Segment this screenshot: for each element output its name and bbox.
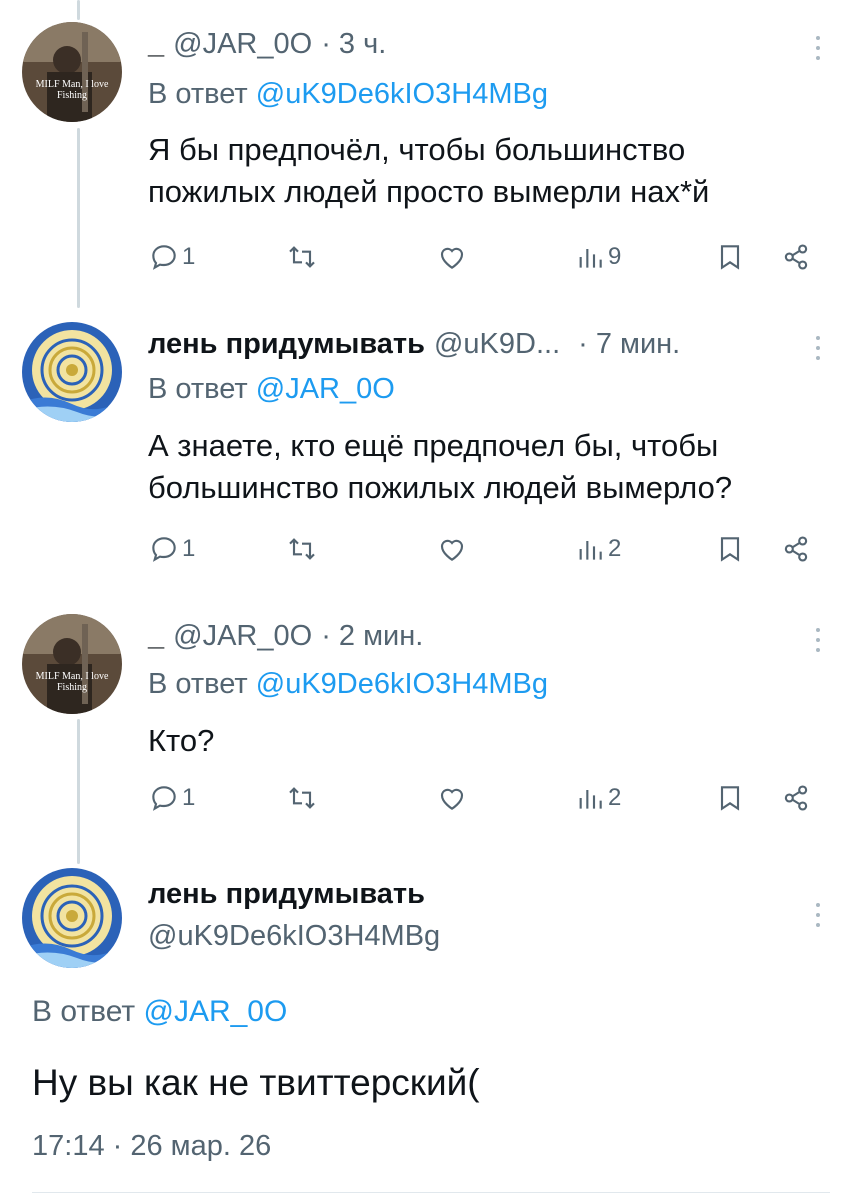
bookmark-icon <box>720 537 740 562</box>
reply-to-line: В ответ @JAR_0O <box>148 373 395 406</box>
views-button[interactable]: 2 <box>574 533 621 565</box>
share-button[interactable] <box>780 782 812 814</box>
retweet-icon <box>289 787 315 809</box>
bookmark-button[interactable] <box>714 241 746 273</box>
like-button[interactable] <box>436 241 468 273</box>
reply-to-line: В ответ @uK9De6kIO3H4MBg <box>148 78 548 111</box>
avatar[interactable]: MILF Man, I love Fishing <box>22 614 122 714</box>
share-button[interactable] <box>780 241 812 273</box>
views-icon <box>579 541 602 560</box>
more-vertical-icon[interactable] <box>814 30 822 66</box>
like-icon <box>440 539 464 561</box>
reply-button[interactable]: 1 <box>148 782 195 814</box>
tweet-text: Я бы предпочёл, чтобы большинство пожилы… <box>148 132 710 209</box>
reply-to-mention[interactable]: @JAR_0O <box>143 995 287 1028</box>
more-vertical-icon[interactable] <box>814 622 822 658</box>
views-button[interactable]: 2 <box>574 782 621 814</box>
avatar[interactable] <box>22 868 122 968</box>
retweet-icon <box>289 246 315 268</box>
handle[interactable]: @JAR_0O <box>173 28 312 61</box>
views-button[interactable]: 9 <box>574 241 621 273</box>
thread-line <box>77 0 80 20</box>
share-icon <box>784 785 808 811</box>
tweet-timestamp[interactable]: 17:14 · 26 мар. 26 <box>32 1130 271 1163</box>
avatar-caption: MILF Man, I love Fishing <box>35 79 109 101</box>
like-button[interactable] <box>436 533 468 565</box>
share-button[interactable] <box>780 533 812 565</box>
views-count: 2 <box>608 784 622 811</box>
action-bar: 1 2 <box>148 782 822 822</box>
more-vertical-icon[interactable] <box>814 330 822 366</box>
reply-count: 1 <box>182 535 196 562</box>
display-name[interactable]: _ <box>148 28 164 61</box>
views-count: 2 <box>608 535 622 562</box>
more-vertical-icon[interactable] <box>814 897 822 933</box>
share-icon <box>784 244 808 270</box>
display-name[interactable]: _ <box>148 620 164 653</box>
like-icon <box>440 247 464 269</box>
thread-line <box>77 719 80 864</box>
bookmark-button[interactable] <box>714 533 746 565</box>
reply-icon <box>152 786 176 811</box>
reply-to-mention[interactable]: @uK9De6kIO3H4MBg <box>256 78 548 110</box>
bookmark-icon <box>720 786 740 811</box>
avatar-image <box>22 614 122 714</box>
thread-line <box>77 128 80 308</box>
handle[interactable]: @uK9De6kIO3H4MBg <box>148 920 440 953</box>
tweet-header: _ @JAR_0O · 3 ч. <box>148 28 386 61</box>
tweet-text: А знаете, кто ещё предпочел бы, чтобы бо… <box>148 428 733 505</box>
tweet-text: Ну вы как не твиттерский( <box>32 1062 480 1103</box>
reply-label: В ответ <box>148 668 248 700</box>
tweet-header: лень придумывать @uK9D... · 7 мин. <box>148 328 680 361</box>
avatar-image <box>22 22 122 122</box>
reply-icon <box>152 537 176 562</box>
reply-to-mention[interactable]: @uK9De6kIO3H4MBg <box>256 668 548 700</box>
reply-to-line: В ответ @JAR_0O <box>32 995 287 1029</box>
reply-icon <box>152 245 176 270</box>
divider <box>32 1192 830 1193</box>
reply-button[interactable]: 1 <box>148 533 195 565</box>
retweet-button[interactable] <box>286 782 318 814</box>
reply-button[interactable]: 1 <box>148 241 195 273</box>
reply-to-line: В ответ @uK9De6kIO3H4MBg <box>148 668 548 701</box>
retweet-button[interactable] <box>286 533 318 565</box>
views-count: 9 <box>608 243 622 270</box>
display-name[interactable]: лень придумывать <box>148 878 425 911</box>
reply-count: 1 <box>182 243 196 270</box>
views-icon <box>579 790 602 809</box>
share-icon <box>784 536 808 562</box>
retweet-button[interactable] <box>286 241 318 273</box>
bookmark-button[interactable] <box>714 782 746 814</box>
tweet-header: _ @JAR_0O · 2 мин. <box>148 620 423 653</box>
avatar[interactable]: MILF Man, I love Fishing <box>22 22 122 122</box>
views-icon <box>579 249 602 268</box>
retweet-icon <box>289 538 315 560</box>
handle[interactable]: @JAR_0O <box>173 620 312 653</box>
reply-label: В ответ <box>148 373 248 405</box>
handle[interactable]: @uK9D... <box>434 328 560 361</box>
avatar-image <box>22 868 122 968</box>
bookmark-icon <box>720 245 740 270</box>
display-name[interactable]: лень придумывать <box>148 328 425 361</box>
avatar-caption: MILF Man, I love Fishing <box>35 671 109 693</box>
reply-label: В ответ <box>32 995 136 1028</box>
like-button[interactable] <box>436 782 468 814</box>
timestamp[interactable]: · 3 ч. <box>321 28 386 61</box>
action-bar: 1 9 <box>148 241 822 281</box>
avatar[interactable] <box>22 322 122 422</box>
like-icon <box>440 788 464 810</box>
tweet-text: Кто? <box>148 723 215 758</box>
reply-count: 1 <box>182 784 196 811</box>
timestamp[interactable]: · 7 мин. <box>578 328 680 361</box>
action-bar: 1 2 <box>148 533 822 573</box>
reply-to-mention[interactable]: @JAR_0O <box>256 373 395 405</box>
timestamp[interactable]: · 2 мин. <box>321 620 423 653</box>
avatar-image <box>22 322 122 422</box>
reply-label: В ответ <box>148 78 248 110</box>
